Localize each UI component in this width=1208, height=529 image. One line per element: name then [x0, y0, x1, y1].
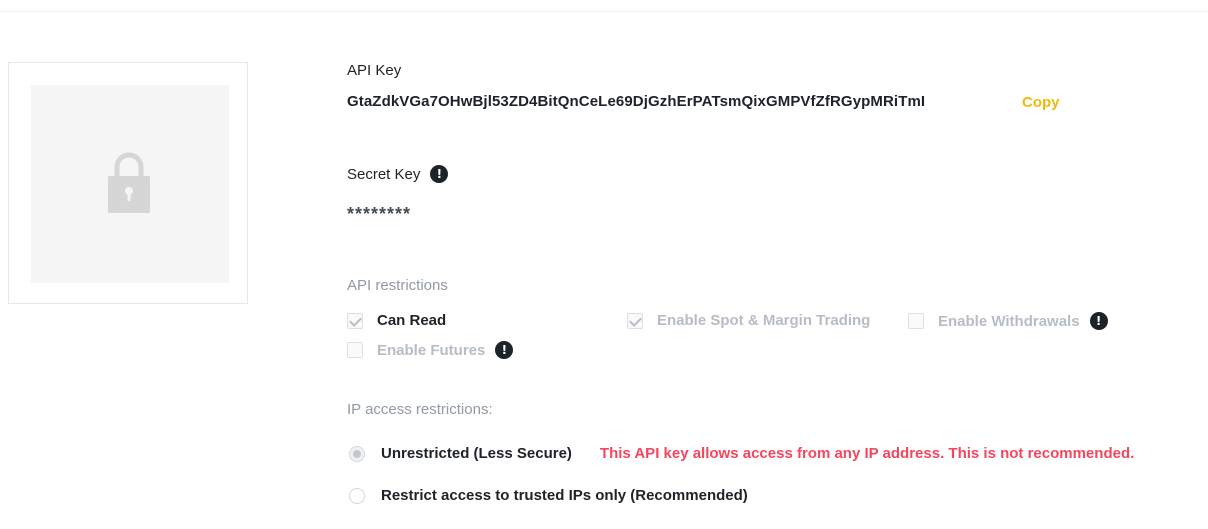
checkbox-enable-futures[interactable]: Enable Futures !: [347, 341, 514, 359]
qr-code-panel: [8, 62, 248, 304]
checkbox[interactable]: [627, 312, 643, 329]
copy-button[interactable]: Copy: [1022, 94, 1060, 111]
api-restrictions-label: API restrictions: [347, 277, 448, 294]
qr-placeholder: [31, 85, 229, 283]
secret-key-value: ********: [347, 204, 412, 224]
checkbox[interactable]: [347, 312, 363, 329]
api-key-label: API Key: [347, 62, 402, 79]
radio-label: Unrestricted (Less Secure): [381, 445, 572, 462]
checkbox-label: Enable Spot & Margin Trading: [657, 312, 871, 329]
radio-restrict-trusted-ips[interactable]: Restrict access to trusted IPs only (Rec…: [349, 487, 748, 504]
top-divider: [0, 11, 1208, 12]
api-key-value: GtaZdkVGa7OHwBjl53ZD4BitQnCeLe69DjGzhErP…: [347, 93, 926, 110]
radio-button[interactable]: [349, 445, 365, 462]
ip-warning-text: This API key allows access from any IP a…: [599, 445, 1135, 462]
checkbox[interactable]: [908, 313, 924, 329]
radio-label: Restrict access to trusted IPs only (Rec…: [381, 487, 748, 504]
secret-key-label: Secret Key: [347, 165, 421, 183]
lock-icon: [108, 152, 150, 213]
checkbox-enable-spot-margin-trading[interactable]: Enable Spot & Margin Trading: [627, 312, 870, 329]
exclamation-icon[interactable]: !: [430, 165, 449, 183]
radio-button[interactable]: [349, 487, 365, 504]
radio-unrestricted[interactable]: Unrestricted (Less Secure) This API key …: [349, 445, 1134, 462]
ip-restrictions-label: IP access restrictions:: [347, 401, 493, 418]
secret-key-header: Secret Key !: [347, 165, 449, 183]
checkbox-can-read[interactable]: Can Read: [347, 312, 446, 329]
checkbox-label: Can Read: [377, 312, 447, 329]
checkbox[interactable]: [347, 342, 363, 358]
checkbox-enable-withdrawals[interactable]: Enable Withdrawals !: [908, 312, 1108, 330]
exclamation-icon[interactable]: !: [1089, 312, 1108, 330]
checkbox-label: Enable Futures: [377, 341, 486, 359]
exclamation-icon[interactable]: !: [495, 341, 514, 359]
checkbox-label: Enable Withdrawals: [938, 312, 1080, 330]
